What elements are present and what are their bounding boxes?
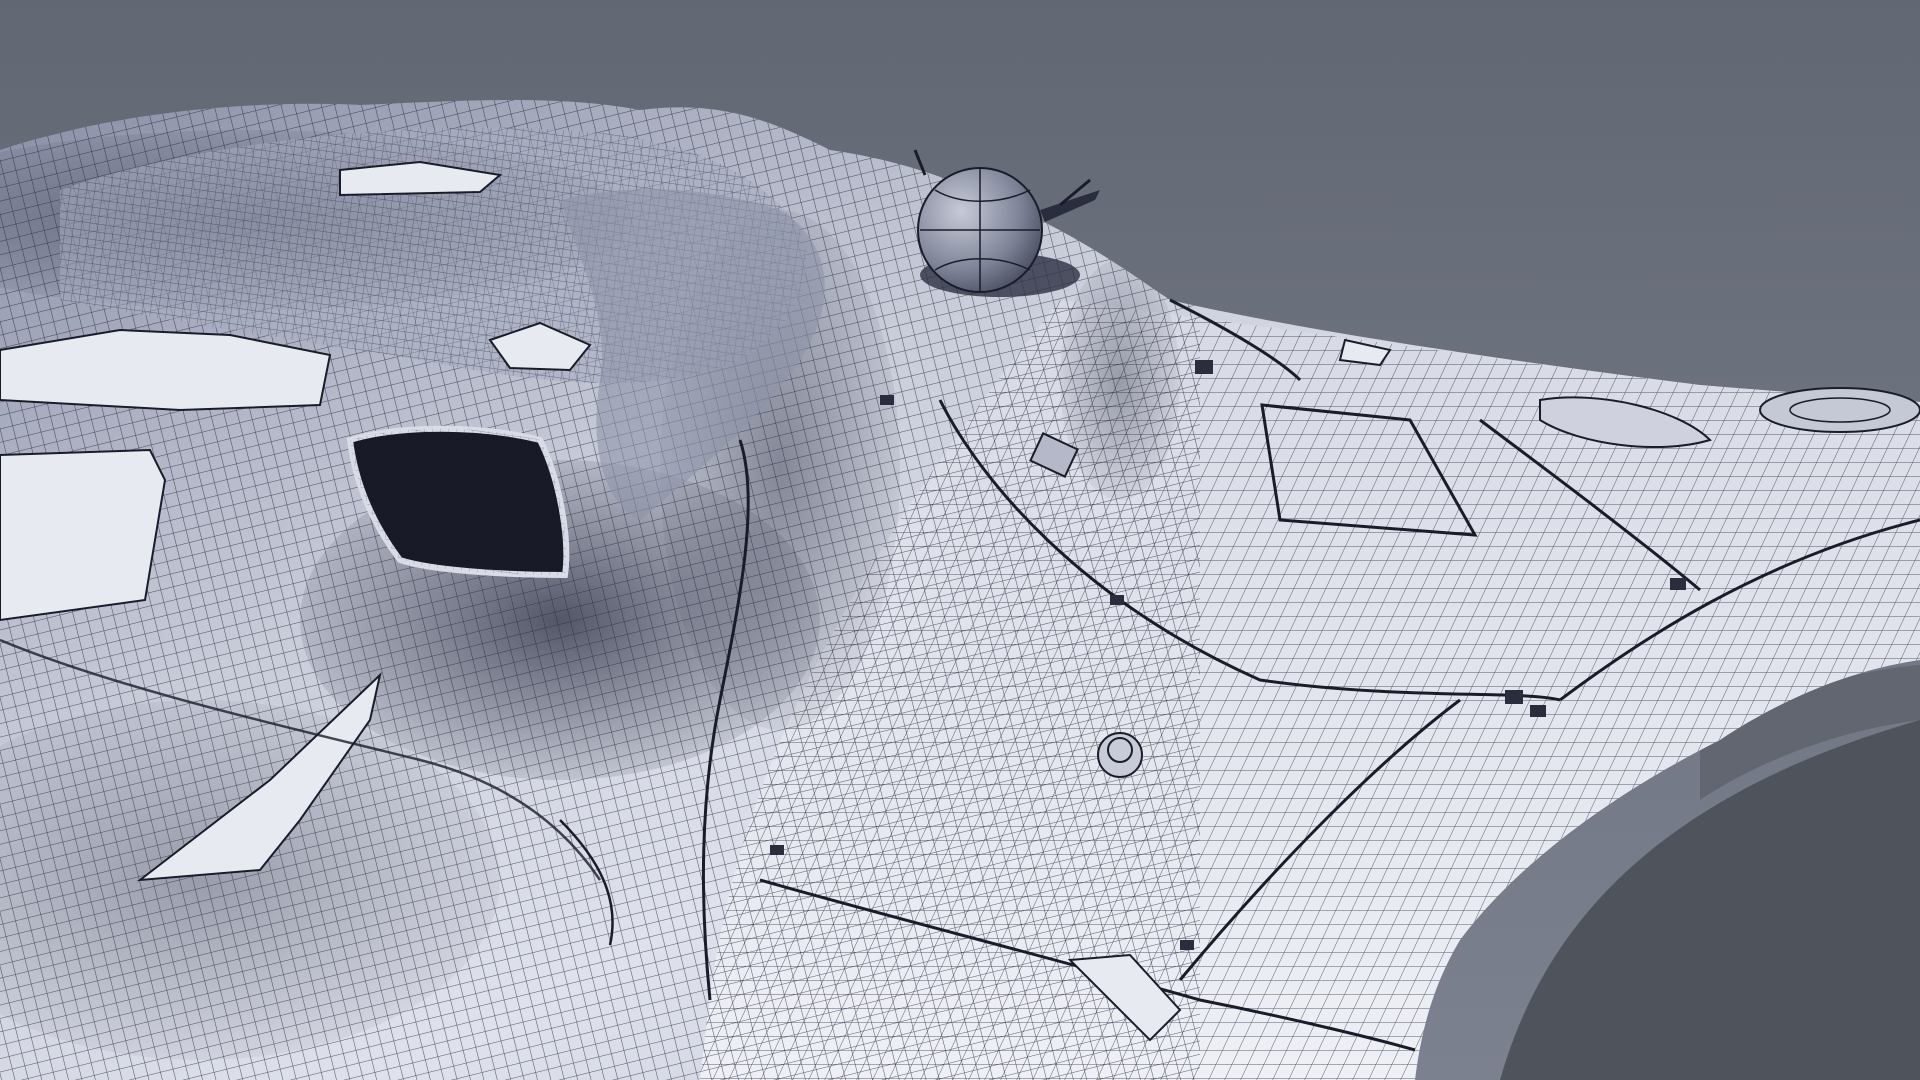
render-viewport [0, 0, 1920, 1080]
wing-vent-ring [1759, 387, 1920, 433]
render-canvas [0, 0, 1920, 1080]
